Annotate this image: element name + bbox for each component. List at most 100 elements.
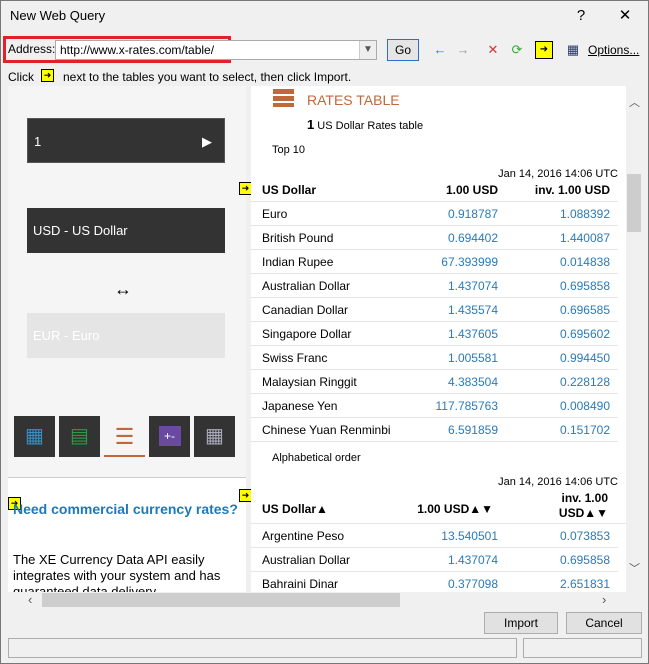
table-row: British Pound 0.694402 1.440087 — [251, 226, 618, 250]
table-row: Euro 0.918787 1.088392 — [251, 202, 618, 226]
table2-col3a[interactable]: inv. 1.00 — [562, 491, 608, 505]
amount-input[interactable]: 1 ▶ — [27, 118, 225, 163]
chart-icon[interactable]: ▤ — [59, 416, 100, 457]
address-input[interactable] — [55, 40, 377, 60]
currency-name: Australian Dollar — [262, 553, 351, 567]
currency-name: Australian Dollar — [262, 279, 351, 293]
vertical-scrollbar[interactable]: ︿ ﹀ — [626, 86, 642, 592]
status-bar-right — [523, 638, 642, 658]
currency-name: Chinese Yuan Renminbi — [262, 423, 391, 437]
table-row: Bahraini Dinar 0.377098 2.651831 — [251, 572, 618, 592]
forward-icon[interactable]: → — [454, 41, 472, 59]
rate-link[interactable]: 117.785763 — [435, 399, 498, 413]
web-page: RATES TABLE 1 US Dollar Rates table Top … — [251, 86, 626, 592]
rate-link[interactable]: 0.694402 — [448, 231, 498, 245]
table-row: Canadian Dollar 1.435574 0.696585 — [251, 298, 618, 322]
currency-name: Canadian Dollar — [262, 303, 349, 317]
rate-link[interactable]: 0.994450 — [560, 351, 610, 365]
rate-link[interactable]: 0.695602 — [560, 327, 610, 341]
swap-icon[interactable]: ↔ — [114, 279, 132, 300]
top10-label: Top 10 — [272, 144, 306, 156]
currency-name: Bahraini Dinar — [262, 577, 339, 591]
go-button[interactable]: Go — [387, 39, 419, 61]
help-button[interactable]: ? — [559, 1, 603, 31]
cancel-button[interactable]: Cancel — [566, 612, 642, 634]
rate-link[interactable]: 13.540501 — [441, 529, 498, 543]
scroll-right-icon[interactable]: › — [602, 592, 606, 607]
currency-name: Swiss Franc — [262, 351, 328, 365]
address-label: Address: — [8, 42, 56, 56]
rate-link[interactable]: 2.651831 — [560, 577, 610, 591]
options-button[interactable]: Options... — [588, 43, 639, 57]
table-row: Malaysian Ringgit 4.383504 0.228128 — [251, 370, 618, 394]
rate-link[interactable]: 4.383504 — [448, 375, 498, 389]
table-row: Swiss Franc 1.005581 0.994450 — [251, 346, 618, 370]
currency-name: Indian Rupee — [262, 255, 334, 269]
status-bar — [8, 638, 517, 658]
plus-minus-icon[interactable]: +- — [149, 416, 190, 457]
table-row: Singapore Dollar 1.437605 0.695602 — [251, 322, 618, 346]
table2-date: Jan 14, 2016 14:06 UTC — [498, 476, 618, 488]
rate-link[interactable]: 0.377098 — [448, 577, 498, 591]
table-row: Japanese Yen 117.785763 0.008490 — [251, 394, 618, 418]
horizontal-scroll-thumb[interactable] — [42, 593, 400, 607]
table2-col1[interactable]: US Dollar▲ — [262, 502, 328, 516]
currency-name: Singapore Dollar — [262, 327, 352, 341]
import-button[interactable]: Import — [484, 612, 558, 634]
scroll-down-icon[interactable]: ﹀ — [629, 560, 640, 576]
table2-col2[interactable]: 1.00 USD▲▼ — [417, 502, 493, 516]
rates-table-icon[interactable]: ☰ — [104, 416, 145, 457]
rate-link[interactable]: 1.437074 — [448, 279, 498, 293]
currency-name: Malaysian Ringgit — [262, 375, 357, 389]
ad-title[interactable]: Need commercial currency rates? — [13, 501, 238, 517]
rate-link[interactable]: 0.228128 — [560, 375, 610, 389]
save-query-icon[interactable]: ▦ — [564, 41, 582, 59]
stop-icon[interactable]: ✕ — [484, 41, 502, 59]
rate-link[interactable]: 0.073853 — [560, 529, 610, 543]
close-button[interactable]: ✕ — [603, 1, 647, 31]
table-row: Chinese Yuan Renminbi 6.591859 0.151702 — [251, 418, 618, 442]
calendar-icon[interactable]: ▦ — [194, 416, 235, 457]
currency-name: Japanese Yen — [262, 399, 338, 413]
rate-link[interactable]: 0.696585 — [560, 303, 610, 317]
rates-table-logo-icon — [273, 89, 294, 107]
rate-link[interactable]: 1.005581 — [448, 351, 498, 365]
refresh-icon[interactable]: ⟳ — [508, 41, 526, 59]
to-currency-select[interactable]: EUR - Euro — [27, 313, 225, 358]
page-heading: RATES TABLE — [307, 92, 400, 108]
alpha-label: Alphabetical order — [272, 452, 361, 464]
scroll-left-icon[interactable]: ‹ — [28, 592, 32, 607]
rate-link[interactable]: 1.435574 — [448, 303, 498, 317]
rate-link[interactable]: 0.695858 — [560, 279, 610, 293]
rate-link[interactable]: 0.695858 — [560, 553, 610, 567]
rate-link[interactable]: 0.008490 — [560, 399, 610, 413]
rate-link[interactable]: 0.014838 — [560, 255, 610, 269]
select-arrow-icon: ➜ — [41, 69, 54, 82]
rate-link[interactable]: 0.151702 — [560, 423, 610, 437]
rate-link[interactable]: 67.393999 — [441, 255, 498, 269]
rate-link[interactable]: 6.591859 — [448, 423, 498, 437]
currency-name: Argentine Peso — [262, 529, 345, 543]
table-row: Indian Rupee 67.393999 0.014838 — [251, 250, 618, 274]
rate-link[interactable]: 1.437605 — [448, 327, 498, 341]
rate-link[interactable]: 0.918787 — [448, 207, 498, 221]
currency-name: British Pound — [262, 231, 334, 245]
rate-link[interactable]: 1.437074 — [448, 553, 498, 567]
header-cell: 1.00 USD — [445, 183, 498, 197]
vertical-scroll-thumb[interactable] — [627, 174, 641, 232]
calculator-icon[interactable]: ▦ — [14, 416, 55, 457]
hide-icons-icon[interactable]: ➜ — [535, 41, 553, 59]
amount-value: 1 — [34, 134, 42, 149]
rate-link[interactable]: 1.088392 — [560, 207, 610, 221]
instruction-prefix: Click — [8, 70, 34, 84]
table-row: Australian Dollar 1.437074 0.695858 — [251, 548, 618, 572]
back-icon[interactable]: ← — [431, 41, 449, 59]
scroll-up-icon[interactable]: ︿ — [629, 94, 640, 110]
table2-col3b[interactable]: USD▲▼ — [559, 506, 608, 520]
horizontal-scrollbar[interactable]: ‹ › — [8, 592, 626, 608]
address-dropdown-icon[interactable]: ▼ — [359, 41, 376, 59]
ad-body: The XE Currency Data API easily integrat… — [13, 552, 221, 592]
from-currency-select[interactable]: USD - US Dollar — [27, 208, 225, 253]
sub-number: 1 — [307, 117, 315, 132]
rate-link[interactable]: 1.440087 — [560, 231, 610, 245]
